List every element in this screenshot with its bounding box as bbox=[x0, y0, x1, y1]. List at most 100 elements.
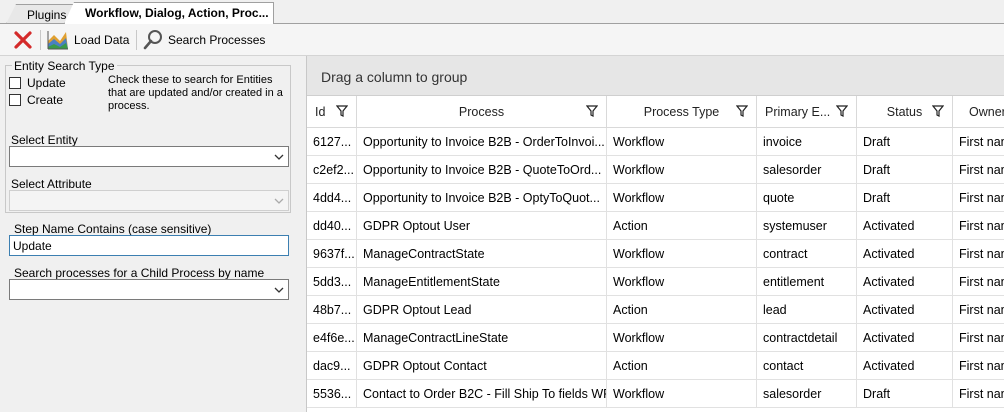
toolbar-separator bbox=[136, 30, 137, 50]
column-header-label: Process Type bbox=[643, 105, 720, 119]
cell-owner: First nam bbox=[959, 191, 1004, 205]
select-attribute-dropdown[interactable] bbox=[9, 190, 289, 211]
cell-id: 6127... bbox=[307, 128, 357, 156]
cell-status: Activated bbox=[857, 352, 953, 380]
table-row[interactable]: dd40... GDPR Optout User Action systemus… bbox=[307, 212, 1004, 240]
cell-status: Draft bbox=[857, 184, 953, 212]
table-row[interactable]: 48b7... GDPR Optout Lead Action lead Act… bbox=[307, 296, 1004, 324]
chart-icon bbox=[47, 31, 68, 50]
cell-primary-entity: invoice bbox=[757, 128, 857, 156]
cell-owner: First nam bbox=[959, 275, 1004, 289]
cell-owner: First nam bbox=[959, 387, 1004, 401]
select-entity-dropdown[interactable] bbox=[9, 146, 289, 167]
cell-id: c2ef2... bbox=[307, 156, 357, 184]
select-entity-label: Select Entity bbox=[11, 133, 78, 147]
group-by-hint: Drag a column to group bbox=[321, 69, 468, 85]
cell-primary-entity: salesorder bbox=[757, 380, 857, 408]
cell-process-type: Workflow bbox=[607, 156, 757, 184]
cell-primary-entity: systemuser bbox=[757, 212, 857, 240]
search-icon bbox=[143, 30, 162, 50]
cell-status: Draft bbox=[857, 156, 953, 184]
grid-rows: 6127... Opportunity to Invoice B2B - Ord… bbox=[307, 128, 1004, 408]
cell-owner: First nam bbox=[959, 359, 1004, 373]
table-row[interactable]: 6127... Opportunity to Invoice B2B - Ord… bbox=[307, 128, 1004, 156]
column-header-id[interactable]: Id bbox=[307, 96, 357, 128]
child-process-dropdown[interactable] bbox=[9, 279, 289, 300]
table-row[interactable]: e4f6e... ManageContractLineState Workflo… bbox=[307, 324, 1004, 352]
column-header-label: Primary E... bbox=[765, 105, 831, 119]
cell-process: Opportunity to Invoice B2B - QuoteToOrd.… bbox=[357, 156, 607, 184]
chevron-down-icon bbox=[274, 198, 284, 204]
chevron-down-icon bbox=[274, 154, 284, 160]
filter-icon[interactable] bbox=[836, 105, 848, 117]
search-processes-label: Search Processes bbox=[168, 33, 266, 47]
table-row[interactable]: dac9... GDPR Optout Contact Action conta… bbox=[307, 352, 1004, 380]
cell-primary-entity: contact bbox=[757, 352, 857, 380]
column-header-process-type[interactable]: Process Type bbox=[607, 96, 757, 128]
cell-status: Activated bbox=[857, 324, 953, 352]
cell-id: e4f6e... bbox=[307, 324, 357, 352]
search-type-hint: Check these to search for Entities that … bbox=[108, 74, 283, 112]
toolbar-separator bbox=[40, 30, 41, 50]
cell-id: dac9... bbox=[307, 352, 357, 380]
cell-status: Activated bbox=[857, 296, 953, 324]
table-row[interactable]: 4dd4... Opportunity to Invoice B2B - Opt… bbox=[307, 184, 1004, 212]
cell-status: Draft bbox=[857, 380, 953, 408]
close-button[interactable] bbox=[12, 28, 34, 52]
filter-icon[interactable] bbox=[736, 105, 748, 117]
cell-owner: First nam bbox=[959, 247, 1004, 261]
tab-strip: Plugins Workflow, Dialog, Action, Proc..… bbox=[0, 0, 1004, 24]
close-icon bbox=[14, 31, 32, 49]
cell-primary-entity: contract bbox=[757, 240, 857, 268]
grid-header: Id Process Process Type Primary E... Sta… bbox=[307, 96, 1004, 128]
filter-icon[interactable] bbox=[336, 105, 348, 117]
chevron-down-icon bbox=[274, 287, 284, 293]
group-by-panel[interactable]: Drag a column to group bbox=[307, 56, 1004, 96]
table-row[interactable]: 5536... Contact to Order B2C - Fill Ship… bbox=[307, 380, 1004, 408]
tab-plugins[interactable]: Plugins bbox=[6, 4, 74, 24]
cell-status: Activated bbox=[857, 212, 953, 240]
cell-process-type: Workflow bbox=[607, 324, 757, 352]
filter-icon[interactable] bbox=[932, 105, 944, 117]
cell-process-type: Action bbox=[607, 352, 757, 380]
cell-id: 5dd3... bbox=[307, 268, 357, 296]
column-header-owner[interactable]: Owner bbox=[953, 96, 1004, 128]
table-row[interactable]: c2ef2... Opportunity to Invoice B2B - Qu… bbox=[307, 156, 1004, 184]
update-checkbox[interactable] bbox=[9, 77, 21, 89]
create-checkbox[interactable] bbox=[9, 94, 21, 106]
cell-status: Draft bbox=[857, 128, 953, 156]
column-header-label: Id bbox=[315, 105, 326, 119]
column-header-status[interactable]: Status bbox=[857, 96, 953, 128]
load-data-button[interactable]: Load Data bbox=[46, 28, 129, 52]
step-name-input[interactable]: Update bbox=[9, 235, 289, 256]
cell-id: dd40... bbox=[307, 212, 357, 240]
column-header-primary-entity[interactable]: Primary E... bbox=[757, 96, 857, 128]
cell-process: ManageContractState bbox=[357, 240, 607, 268]
entity-search-type-label: Entity Search Type bbox=[12, 59, 117, 73]
cell-owner: First nam bbox=[959, 303, 1004, 317]
column-header-label: Owner bbox=[969, 105, 1004, 119]
cell-primary-entity: lead bbox=[757, 296, 857, 324]
cell-id: 5536... bbox=[307, 380, 357, 408]
table-row[interactable]: 9637f... ManageContractState Workflow co… bbox=[307, 240, 1004, 268]
cell-primary-entity: quote bbox=[757, 184, 857, 212]
cell-primary-entity: entitlement bbox=[757, 268, 857, 296]
table-row[interactable]: 5dd3... ManageEntitlementState Workflow … bbox=[307, 268, 1004, 296]
cell-primary-entity: contractdetail bbox=[757, 324, 857, 352]
select-attribute-label: Select Attribute bbox=[11, 177, 92, 191]
create-label: Create bbox=[27, 93, 64, 107]
filter-icon[interactable] bbox=[586, 105, 598, 117]
load-data-label: Load Data bbox=[74, 33, 130, 47]
cell-process-type: Action bbox=[607, 296, 757, 324]
column-header-process[interactable]: Process bbox=[357, 96, 607, 128]
column-header-label: Status bbox=[886, 105, 923, 119]
cell-process-type: Workflow bbox=[607, 268, 757, 296]
cell-owner: First nam bbox=[959, 331, 1004, 345]
create-checkbox-row[interactable]: Create bbox=[9, 93, 63, 107]
update-checkbox-row[interactable]: Update bbox=[9, 76, 66, 90]
tab-workflow[interactable]: Workflow, Dialog, Action, Proc... bbox=[64, 2, 274, 24]
search-processes-button[interactable]: Search Processes bbox=[142, 28, 265, 52]
child-process-label: Search processes for a Child Process by … bbox=[14, 266, 265, 280]
cell-owner: First nam bbox=[959, 135, 1004, 149]
cell-owner: First nam bbox=[959, 163, 1004, 177]
